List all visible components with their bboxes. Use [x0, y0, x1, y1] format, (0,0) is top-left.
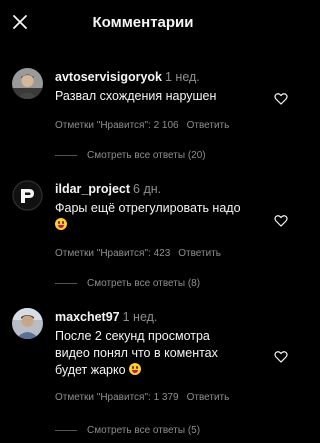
heart-icon[interactable]	[274, 214, 288, 228]
comment-text-content: Развал схождения нарушен	[55, 89, 217, 103]
comment-item: avtoservisigoryok 1 нед. Развал схождения…	[0, 60, 288, 170]
comment-time: 6 дн.	[133, 182, 162, 196]
comment-header: avtoservisigoryok 1 нед.	[55, 70, 200, 84]
project-logo-avatar-icon	[12, 180, 43, 211]
comment-header: ildar_project 6 дн.	[55, 182, 161, 196]
comment-username[interactable]: avtoservisigoryok	[55, 70, 162, 84]
comment-actions: Отметки "Нравится": 2 106 Ответить	[55, 120, 229, 131]
comment-header: maxchet97 1 нед.	[55, 310, 157, 324]
view-replies-button[interactable]: Смотреть все ответы (5)	[55, 425, 200, 436]
header: Комментарии	[0, 0, 286, 50]
comment-actions: Отметки "Нравится": 1 379 Ответить	[55, 392, 229, 403]
comment-time: 1 нед.	[165, 70, 200, 84]
view-replies-label: Смотреть все ответы (8)	[87, 278, 201, 289]
divider-line	[55, 429, 77, 431]
comment-text-content: Фары ещё отрегулировать надо	[55, 201, 241, 215]
user-avatar-photo-icon	[12, 308, 43, 339]
likes-count[interactable]: Отметки "Нравится": 423	[55, 248, 170, 259]
heart-icon[interactable]	[274, 350, 288, 364]
user-avatar-photo-icon	[12, 68, 43, 99]
avatar[interactable]	[12, 180, 43, 211]
comment-time: 1 нед.	[122, 310, 158, 324]
grinning-face-emoji-icon	[55, 218, 67, 230]
view-replies-button[interactable]: Смотреть все ответы (8)	[55, 278, 200, 289]
avatar[interactable]	[12, 308, 43, 339]
avatar[interactable]	[12, 68, 43, 99]
comment-text: После 2 секунд просмотра видео понял что…	[55, 328, 235, 379]
reply-button[interactable]: Ответить	[187, 392, 230, 403]
reply-button[interactable]: Ответить	[178, 248, 221, 259]
likes-count[interactable]: Отметки "Нравится": 2 106	[55, 120, 179, 131]
comment-item: ildar_project 6 дн. Фары ещё отрегулирова…	[0, 172, 288, 292]
view-replies-button[interactable]: Смотреть все ответы (20)	[55, 150, 206, 161]
reply-button[interactable]: Ответить	[187, 120, 230, 131]
divider-line	[55, 282, 77, 284]
divider-line	[55, 154, 77, 156]
view-replies-label: Смотреть все ответы (20)	[87, 150, 206, 161]
comment-actions: Отметки "Нравится": 423 Ответить	[55, 248, 221, 259]
heart-icon[interactable]	[274, 92, 288, 106]
page-title: Комментарии	[92, 14, 194, 31]
comment-item: maxchet97 1 нед. После 2 секунд просмотра…	[0, 302, 288, 443]
grinning-face-emoji-icon	[129, 363, 142, 375]
comment-username[interactable]: ildar_project	[55, 182, 130, 196]
comment-text: Развал схождения нарушен	[55, 88, 267, 105]
comment-username[interactable]: maxchet97	[55, 310, 120, 324]
view-replies-label: Смотреть все ответы (5)	[87, 425, 201, 436]
likes-count[interactable]: Отметки "Нравится": 1 379	[55, 392, 179, 403]
comment-text: Фары ещё отрегулировать надо	[55, 200, 267, 234]
